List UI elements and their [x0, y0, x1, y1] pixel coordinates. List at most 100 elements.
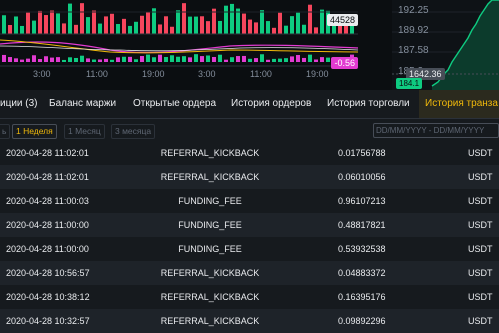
- volume-bar: [218, 20, 222, 34]
- volume-bar: [260, 10, 264, 35]
- volume-bar: [80, 3, 84, 35]
- histogram-bar: [128, 56, 132, 62]
- filter-chip-week[interactable]: 1 Неделя: [12, 124, 57, 139]
- row-time: 2020-04-28 10:32:57: [6, 316, 90, 326]
- volume-bar: [44, 15, 48, 35]
- histogram-bar: [188, 57, 192, 62]
- tab-open-orders[interactable]: Открытые ордера: [133, 90, 216, 118]
- tab-order-history[interactable]: История ордеров: [231, 90, 311, 118]
- table-row: 2020-04-28 11:02:01 REFERRAL_KICKBACK 0.…: [0, 141, 499, 165]
- histogram-bar: [146, 54, 150, 62]
- table-row: 2020-04-28 10:32:57 REFERRAL_KICKBACK 0.…: [0, 309, 499, 333]
- volume-bar: [38, 10, 42, 34]
- row-type: REFERRAL_KICKBACK: [160, 172, 260, 182]
- volume-bar: [140, 15, 144, 34]
- row-time: 2020-04-28 10:38:12: [6, 292, 90, 302]
- volume-bar: [32, 20, 36, 34]
- histogram-bar: [62, 59, 66, 62]
- axis-tick: 192.25: [398, 5, 429, 16]
- histogram-bar: [272, 58, 276, 62]
- volume-bar: [2, 15, 6, 35]
- volume-bar: [302, 24, 306, 34]
- volume-bar: [284, 25, 288, 34]
- histogram-bar: [86, 58, 90, 62]
- row-amount: 0.04883372: [338, 268, 386, 278]
- volume-bar: [122, 18, 126, 34]
- volume-bar: [230, 3, 234, 35]
- row-type: REFERRAL_KICKBACK: [160, 148, 260, 158]
- volume-bar: [266, 21, 270, 34]
- tab-positions[interactable]: иции (3): [0, 90, 38, 118]
- histogram-bar: [152, 57, 156, 62]
- histogram-bar: [230, 57, 234, 62]
- volume-bar: [308, 4, 312, 34]
- current-price-small-tag: 184.1: [396, 78, 423, 89]
- volume-bar: [200, 16, 204, 34]
- histogram-bar: [104, 58, 108, 62]
- histogram-bar: [254, 58, 258, 62]
- filter-chip-day[interactable]: ь: [0, 124, 11, 139]
- volume-bar: [320, 9, 324, 35]
- histogram-bar: [290, 56, 294, 62]
- time-tick: 3:00: [198, 69, 216, 79]
- row-type: FUNDING_FEE: [178, 220, 242, 230]
- price-chart[interactable]: 192.25 189.92 187.58 185.2 1642.36 184.1: [392, 0, 499, 90]
- histogram-bar: [266, 59, 270, 62]
- row-amount: 0.53932538: [338, 244, 386, 254]
- volume-bar: [68, 3, 72, 34]
- filter-chip-month[interactable]: 1 Месяц: [64, 124, 105, 139]
- histogram-bar: [8, 57, 12, 62]
- volume-bar: [272, 27, 276, 34]
- volume-bar: [170, 26, 174, 34]
- volume-bar: [344, 25, 348, 34]
- volume-bar: [176, 10, 180, 34]
- tab-transaction-history[interactable]: История транза: [419, 90, 499, 118]
- volume-bar: [248, 19, 252, 34]
- volume-bar: [164, 16, 168, 34]
- table-row: 2020-04-28 11:00:00 FUNDING_FEE 0.539325…: [0, 237, 499, 261]
- volume-bar: [20, 25, 24, 34]
- histogram-bar: [320, 57, 324, 62]
- row-amount: 0.16395176: [338, 292, 386, 302]
- volume-bar: [290, 16, 294, 34]
- row-type: FUNDING_FEE: [178, 196, 242, 206]
- row-type: REFERRAL_KICKBACK: [160, 316, 260, 326]
- time-tick: 3:00: [33, 69, 51, 79]
- histogram-bar: [68, 57, 72, 62]
- histogram-bar: [14, 58, 18, 62]
- account-tabs: иции (3) Баланс маржи Открытые ордера Ис…: [0, 90, 499, 119]
- volume-bar: [146, 12, 150, 34]
- filter-chip-3months[interactable]: 3 месяца: [111, 124, 156, 139]
- histogram-bar: [80, 55, 84, 62]
- histogram-bar: [92, 59, 96, 62]
- histogram-bar: [224, 59, 228, 62]
- time-tick: 19:00: [142, 69, 165, 79]
- volume-chart[interactable]: 44528 -0.56 3:00 11:00 19:00 3:00 11:00 …: [0, 0, 390, 90]
- volume-bar: [134, 21, 138, 34]
- histogram-bar: [164, 57, 168, 62]
- volume-bar: [56, 13, 60, 35]
- histogram-bar: [200, 56, 204, 62]
- histogram-bar: [302, 57, 306, 62]
- row-time: 2020-04-28 11:02:01: [6, 172, 89, 182]
- histogram-bar: [122, 56, 126, 62]
- row-amount: 0.06010056: [338, 172, 386, 182]
- row-type: REFERRAL_KICKBACK: [160, 268, 260, 278]
- histogram-bar: [218, 54, 222, 62]
- histogram-bar: [44, 56, 48, 62]
- date-range-input[interactable]: DD/MM/YYYY - DD/MM/YYYY: [373, 123, 499, 138]
- volume-bar: [194, 16, 198, 34]
- histogram-bar: [38, 59, 42, 62]
- volume-bar: [128, 25, 132, 34]
- histogram-bar: [20, 59, 24, 62]
- histogram-bar: [176, 56, 180, 62]
- histogram-bar: [308, 54, 312, 62]
- volume-bar: [242, 13, 246, 34]
- row-amount: 0.09892296: [338, 316, 386, 326]
- tab-margin-balance[interactable]: Баланс маржи: [49, 90, 116, 118]
- tab-trade-history[interactable]: История торговли: [327, 90, 410, 118]
- volume-bar: [98, 23, 102, 34]
- histogram-bar: [98, 59, 102, 62]
- volume-bar: [8, 24, 12, 34]
- price-low-tag: -0.56: [331, 57, 358, 69]
